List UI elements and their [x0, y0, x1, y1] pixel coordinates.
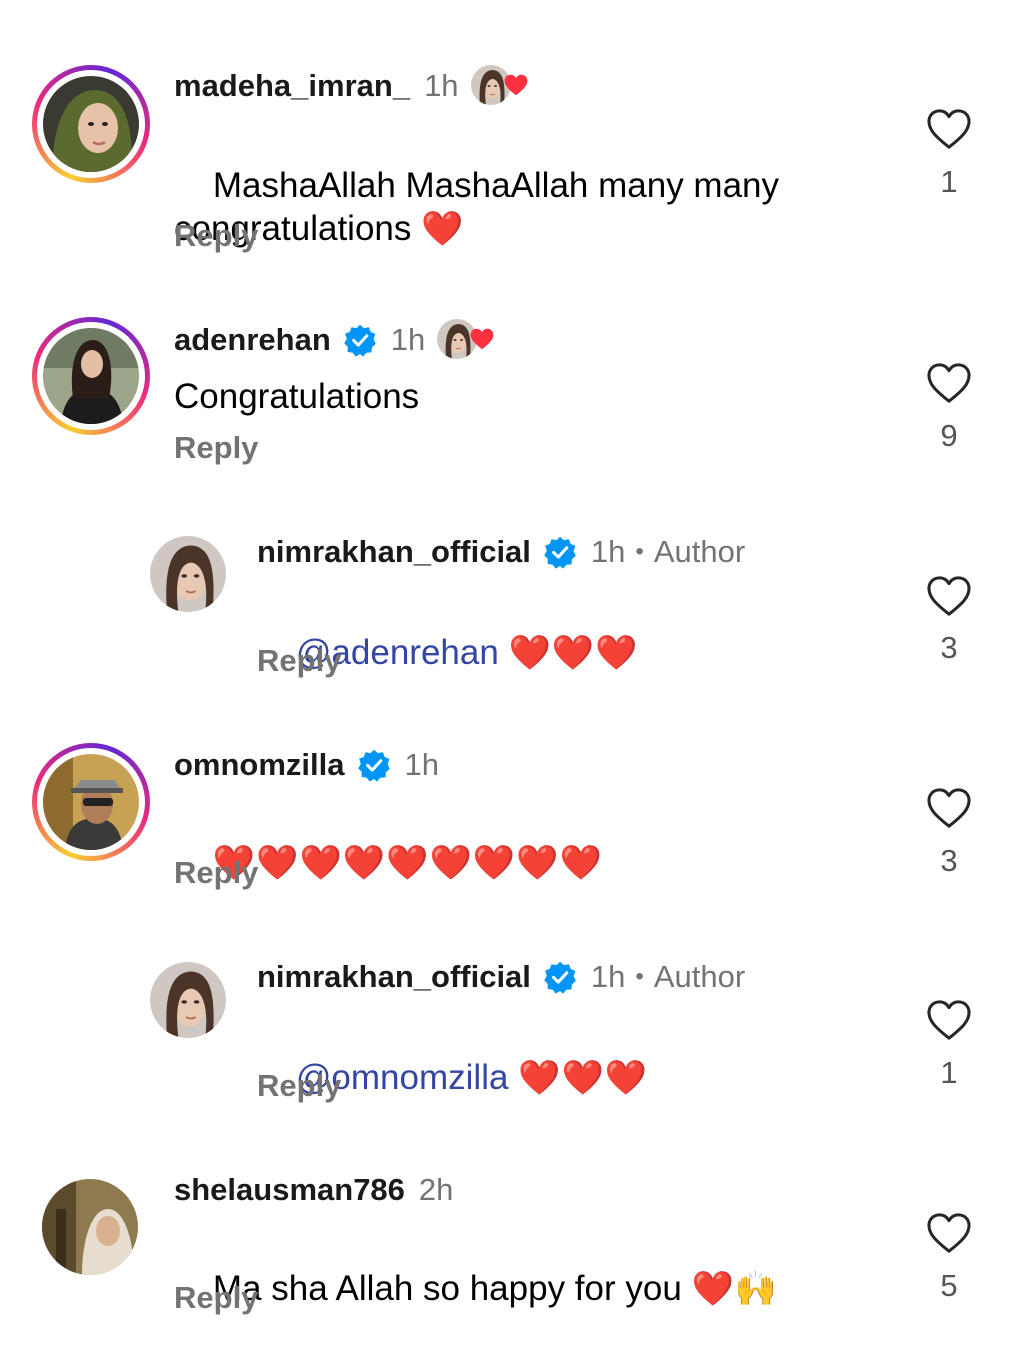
avatar[interactable] [43, 754, 139, 850]
heart-outline-icon[interactable] [926, 575, 972, 617]
heart-outline-icon[interactable] [926, 787, 972, 829]
verified-badge-icon [343, 323, 377, 357]
timestamp: 1h [404, 747, 439, 782]
verified-badge-icon [543, 535, 577, 569]
timestamp: 2h [418, 1172, 454, 1207]
username[interactable]: madeha_imran_ [174, 68, 410, 104]
like-count: 5 [940, 1268, 958, 1303]
avatar[interactable] [42, 1179, 138, 1275]
like-count: 1 [940, 164, 958, 199]
heart-outline-icon[interactable] [926, 108, 972, 150]
heart-filled-icon [469, 327, 495, 351]
avatar[interactable] [150, 536, 226, 612]
reply-button[interactable]: Reply [257, 643, 341, 679]
timestamp: 1h [390, 322, 426, 357]
story-ring[interactable] [32, 65, 150, 183]
reply-button[interactable]: Reply [174, 218, 258, 254]
comment-text: MashaAllah MashaAllah many many congratul… [174, 166, 780, 249]
heart-outline-icon[interactable] [926, 1212, 972, 1254]
comment-text: Ma sha Allah so happy for you ❤️🙌 [212, 1269, 779, 1309]
username[interactable]: nimrakhan_official [257, 534, 531, 570]
like-count: 1 [940, 1055, 958, 1090]
author-label: Author [653, 959, 746, 994]
emoji: ❤️❤️❤️❤️❤️❤️❤️❤️❤️ [212, 843, 603, 883]
author-liked-indicator [471, 65, 513, 107]
reply-button[interactable]: Reply [174, 430, 258, 466]
like-count: 9 [940, 418, 958, 453]
username[interactable]: adenrehan [174, 322, 331, 358]
username[interactable]: omnomzilla [174, 747, 345, 783]
emoji: ❤️🙌 [691, 1269, 779, 1309]
author-label: Author [653, 534, 746, 569]
story-ring[interactable] [32, 317, 150, 435]
reply-button[interactable]: Reply [257, 1068, 341, 1104]
reply-button[interactable]: Reply [174, 1280, 258, 1316]
reply-button[interactable]: Reply [174, 855, 258, 891]
like-count: 3 [940, 630, 958, 665]
author-liked-indicator [437, 319, 479, 361]
verified-badge-icon [543, 960, 577, 994]
heart-filled-icon [503, 73, 529, 97]
separator-dot: • [635, 963, 644, 990]
avatar[interactable] [150, 962, 226, 1038]
verified-badge-icon [357, 748, 391, 782]
comment-text: Congratulations [174, 377, 420, 416]
emoji: ❤️❤️❤️ [518, 1058, 649, 1098]
timestamp: 1h [590, 534, 626, 569]
emoji: ❤️❤️❤️ [508, 633, 639, 673]
story-ring[interactable] [32, 743, 150, 861]
avatar[interactable] [43, 328, 139, 424]
username[interactable]: nimrakhan_official [257, 959, 531, 995]
timestamp: 1h [590, 959, 626, 994]
emoji: ❤️ [421, 209, 465, 249]
timestamp: 1h [424, 68, 459, 103]
like-count: 3 [940, 843, 958, 878]
separator-dot: • [635, 538, 644, 565]
username[interactable]: shelausman786 [174, 1172, 405, 1208]
heart-outline-icon[interactable] [926, 999, 972, 1041]
heart-outline-icon[interactable] [926, 362, 972, 404]
avatar[interactable] [43, 76, 139, 172]
